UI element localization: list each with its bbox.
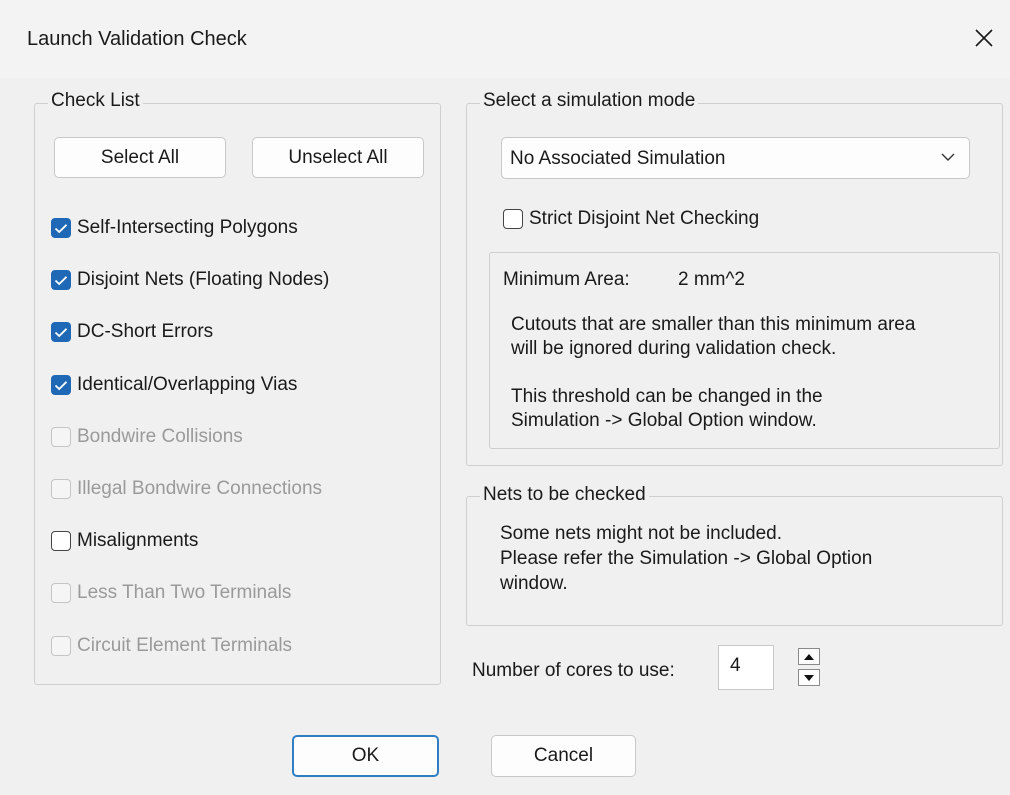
check-item-label: Identical/Overlapping Vias (77, 374, 298, 395)
check-item-checkbox[interactable] (51, 270, 71, 290)
unselect-all-label: Unselect All (288, 146, 388, 168)
check-item-8: Circuit Element Terminals (51, 634, 292, 658)
check-item-1[interactable]: Disjoint Nets (Floating Nodes) (51, 268, 329, 292)
select-all-label: Select All (100, 146, 180, 168)
check-item-label: Disjoint Nets (Floating Nodes) (77, 269, 330, 290)
ok-label: OK (351, 745, 380, 766)
check-item-checkbox[interactable] (51, 322, 71, 342)
simulation-mode-value: No Associated Simulation (510, 148, 726, 169)
check-item-label: Less Than Two Terminals (77, 582, 292, 603)
cores-decrement-button[interactable] (798, 669, 820, 686)
minimum-area-info-line-1: Cutouts that are smaller than this minim… (511, 314, 916, 335)
title-bar: Launch Validation Check (0, 0, 1010, 78)
strict-disjoint-label: Strict Disjoint Net Checking (529, 208, 760, 229)
check-item-checkbox[interactable] (51, 375, 71, 395)
check-item-label: Misalignments (77, 530, 199, 551)
checkmark-icon (54, 327, 68, 337)
check-item-checkbox[interactable] (51, 218, 71, 238)
select-all-button[interactable]: Select All (54, 137, 226, 178)
check-item-checkbox (51, 583, 71, 603)
check-item-5: Illegal Bondwire Connections (51, 477, 322, 501)
nets-info-line-2: Please refer the Simulation -> Global Op… (500, 548, 873, 569)
check-item-label: Illegal Bondwire Connections (77, 478, 323, 499)
chevron-down-icon (941, 153, 955, 161)
checkmark-icon (54, 223, 68, 233)
check-item-4: Bondwire Collisions (51, 425, 243, 449)
check-item-6[interactable]: Misalignments (51, 529, 198, 553)
launch-validation-dialog: Launch Validation Check Check List Selec… (0, 0, 1010, 795)
strict-disjoint-box[interactable] (503, 209, 523, 229)
cores-increment-button[interactable] (798, 648, 820, 665)
simulation-mode-label: Select a simulation mode (480, 90, 699, 112)
cancel-label: Cancel (533, 745, 594, 766)
minimum-area-info-line-4: Simulation -> Global Option window. (511, 410, 817, 431)
check-item-label: Circuit Element Terminals (77, 635, 293, 656)
checkmark-icon (54, 380, 68, 390)
simulation-mode-dropdown[interactable]: No Associated Simulation (501, 137, 970, 179)
check-list-label: Check List (48, 90, 143, 112)
check-item-checkbox (51, 427, 71, 447)
check-item-checkbox[interactable] (51, 531, 71, 551)
check-item-checkbox (51, 636, 71, 656)
check-item-label: Self-Intersecting Polygons (77, 217, 298, 238)
close-button[interactable] (964, 18, 1004, 58)
cores-value: 4 (730, 655, 741, 676)
check-item-0[interactable]: Self-Intersecting Polygons (51, 216, 298, 240)
triangle-up-icon (804, 653, 814, 660)
check-item-label: DC-Short Errors (77, 321, 214, 342)
cancel-button[interactable]: Cancel (491, 735, 636, 777)
triangle-down-icon (804, 674, 814, 681)
unselect-all-button[interactable]: Unselect All (252, 137, 424, 178)
cores-label: Number of cores to use: (472, 660, 675, 681)
strict-disjoint-checkbox[interactable]: Strict Disjoint Net Checking (503, 207, 759, 231)
check-item-3[interactable]: Identical/Overlapping Vias (51, 373, 297, 397)
checkmark-icon (54, 275, 68, 285)
check-item-7: Less Than Two Terminals (51, 581, 291, 605)
nets-info-line-3: window. (500, 573, 568, 594)
nets-info-line-1: Some nets might not be included. (500, 523, 783, 544)
check-item-label: Bondwire Collisions (77, 426, 243, 447)
minimum-area-info-line-2: will be ignored during validation check. (511, 338, 837, 359)
window-title: Launch Validation Check (27, 28, 247, 50)
minimum-area-label: Minimum Area: (503, 269, 630, 290)
check-item-2[interactable]: DC-Short Errors (51, 320, 213, 344)
close-icon (975, 29, 993, 47)
check-item-checkbox (51, 479, 71, 499)
cores-input[interactable]: 4 (718, 645, 774, 690)
ok-button[interactable]: OK (292, 735, 439, 777)
nets-group-label: Nets to be checked (480, 484, 649, 506)
minimum-area-info-line-3: This threshold can be changed in the (511, 386, 823, 407)
minimum-area-value: 2 mm^2 (678, 269, 745, 290)
